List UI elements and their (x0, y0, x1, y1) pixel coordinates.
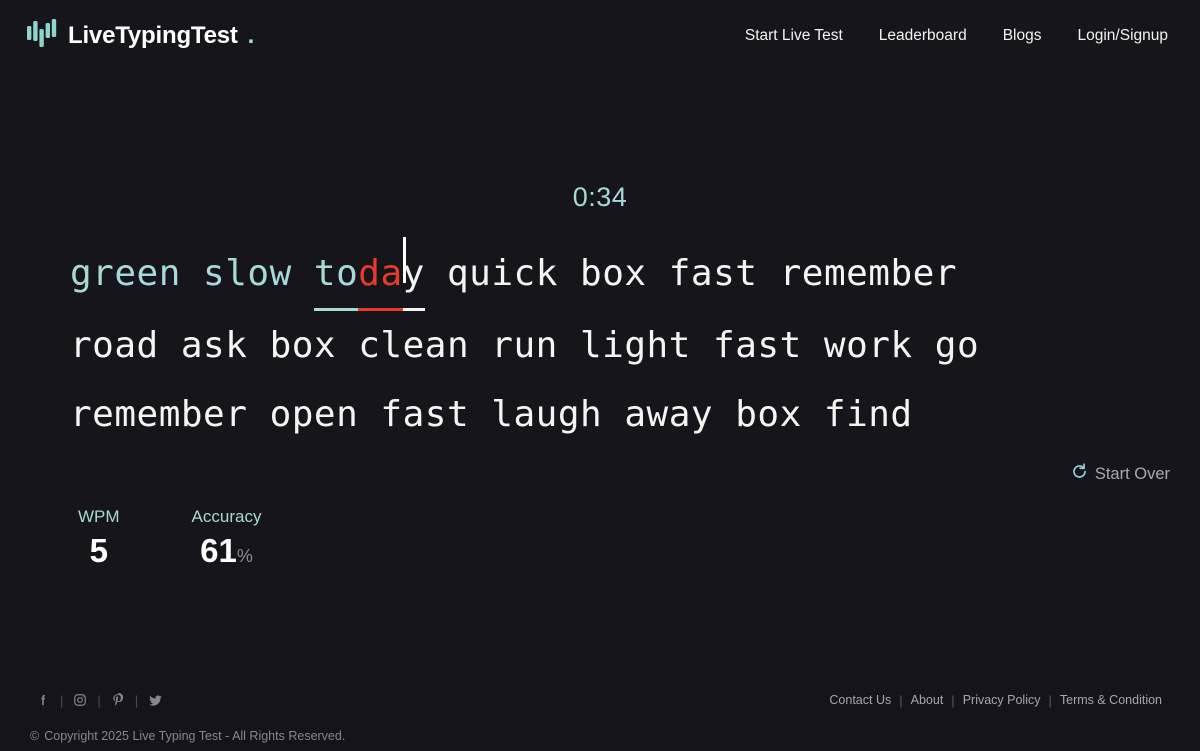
stats-panel: WPM 5 Accuracy 61% (78, 507, 1200, 569)
site-header: LiveTypingTest. Start Live Test Leaderbo… (0, 0, 1200, 72)
brand-dot: . (247, 22, 255, 49)
active-word-error-chars: da (358, 239, 403, 311)
stat-accuracy: Accuracy 61% (192, 507, 262, 569)
footer-link-about[interactable]: About (903, 693, 952, 707)
active-word-remaining-chars: y (402, 237, 425, 311)
nav-item-login-signup[interactable]: Login/Signup (1060, 21, 1175, 51)
refresh-icon (1071, 463, 1088, 485)
brand-logo[interactable]: LiveTypingTest. (26, 18, 255, 54)
text-caret (402, 237, 406, 283)
facebook-icon[interactable] (30, 693, 56, 707)
social-separator: | (134, 692, 139, 708)
active-word-correct-chars: to (313, 239, 359, 311)
footer-top-row: | | | Contact Us | About | Privacy Polic… (30, 679, 1170, 721)
untyped-text: quick box fast remember (424, 253, 957, 294)
copyright-row: © Copyright 2025 Live Typing Test - All … (30, 721, 1170, 751)
start-over-label: Start Over (1094, 464, 1170, 483)
stat-accuracy-label: Accuracy (191, 507, 262, 526)
twitter-icon[interactable] (142, 693, 168, 708)
stat-wpm-value: 5 (89, 532, 108, 569)
nav-item-leaderboard[interactable]: Leaderboard (861, 21, 985, 51)
typing-line-2: road ask box clean run light fast work g… (70, 325, 980, 366)
typed-correct-text: green slow (70, 253, 314, 294)
brand-name: LiveTypingTest (68, 22, 238, 49)
start-over-button[interactable]: Start Over (1071, 463, 1170, 485)
footer-link-terms-condition[interactable]: Terms & Condition (1052, 693, 1170, 707)
social-separator: | (97, 692, 101, 708)
bar-chart-logo-icon (26, 18, 58, 54)
footer-links: Contact Us | About | Privacy Policy | Te… (821, 693, 1170, 708)
nav-item-start-live-test[interactable]: Start Live Test (727, 21, 861, 51)
stat-accuracy-unit: % (236, 546, 253, 566)
instagram-icon[interactable] (67, 693, 93, 707)
typing-line-3: remember open fast laugh away box find (70, 394, 913, 435)
countdown-timer: 0:34 (572, 182, 628, 212)
pinterest-icon[interactable] (105, 693, 131, 707)
footer-link-privacy-policy[interactable]: Privacy Policy (955, 693, 1049, 707)
social-links: | | | (30, 693, 168, 708)
typing-text-area[interactable]: green slow toda y quick box fast remember… (70, 237, 1130, 449)
site-footer: | | | Contact Us | About | Privacy Polic… (0, 679, 1200, 751)
nav-item-blogs[interactable]: Blogs (985, 21, 1060, 51)
main-navigation: Start Live Test Leaderboard Blogs Login/… (727, 21, 1174, 51)
social-separator: | (60, 692, 64, 708)
typing-line-1: green slow toda y quick box fast remember (70, 237, 1130, 311)
copyright-icon: © (30, 729, 40, 743)
stat-wpm: WPM 5 (78, 507, 120, 569)
restart-row: Start Over (30, 463, 1170, 485)
stat-wpm-label: WPM (78, 507, 120, 526)
stat-accuracy-value: 61% (200, 532, 253, 569)
copyright-text: Copyright 2025 Live Typing Test - All Ri… (44, 729, 346, 743)
active-word: toda y (313, 237, 425, 311)
footer-link-contact-us[interactable]: Contact Us (821, 693, 899, 707)
